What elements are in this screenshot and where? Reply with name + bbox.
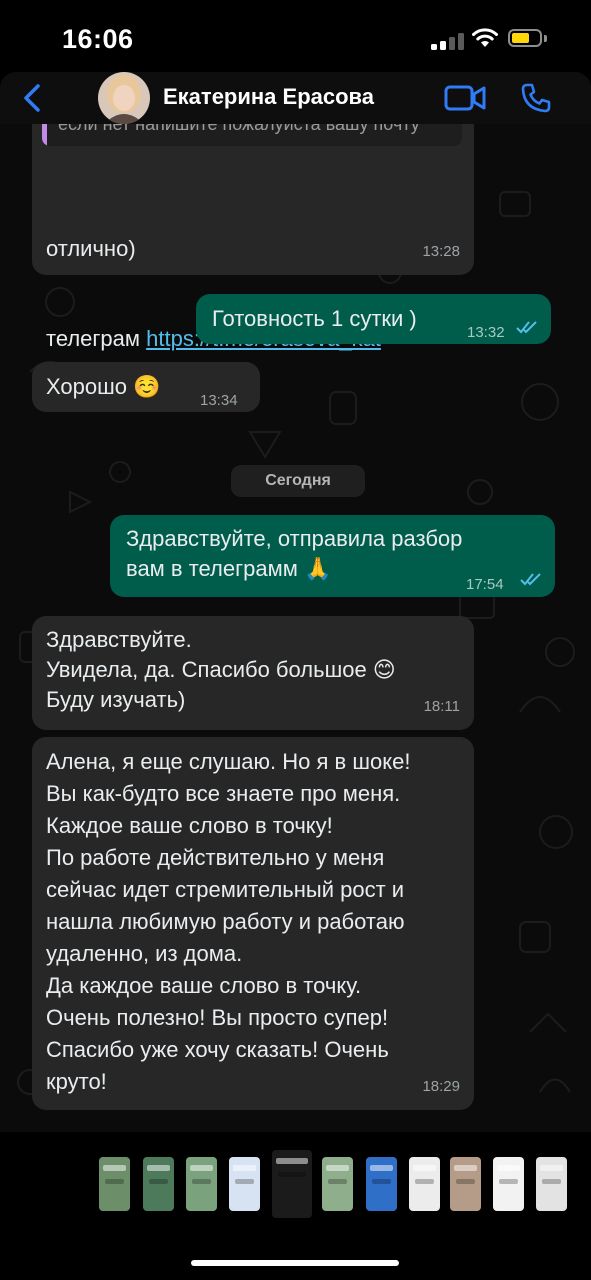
- message-text-prefix: телеграм: [46, 326, 147, 351]
- message-line: отлично): [46, 236, 136, 261]
- screenshot-thumbnail[interactable]: [366, 1157, 397, 1211]
- message-bubble-incoming[interactable]: Хорошо ☺️ 13:34: [32, 362, 260, 412]
- message-text: Здравствуйте, отправила разбор вам в тел…: [126, 526, 463, 581]
- message-bubble-outgoing[interactable]: Готовность 1 сутки ) 13:32: [196, 294, 551, 344]
- screenshot-thumbnail[interactable]: [322, 1157, 353, 1211]
- message-text: Хорошо ☺️: [46, 374, 161, 399]
- battery-tip: [544, 35, 547, 42]
- wifi-icon: [472, 28, 498, 47]
- avatar[interactable]: [98, 72, 150, 124]
- screenshot-thumbnail[interactable]: [409, 1157, 440, 1211]
- message-bubble-outgoing[interactable]: Здравствуйте, отправила разбор вам в тел…: [110, 515, 555, 597]
- screenshot-thumbnail[interactable]: [186, 1157, 217, 1211]
- home-indicator[interactable]: [191, 1260, 399, 1266]
- chat-header: Екатерина Ерасова: [0, 72, 591, 124]
- message-bubble-incoming[interactable]: Здравствуйте. Увидела, да. Спасибо больш…: [32, 616, 474, 730]
- message-bubble-incoming[interactable]: Алена, я еще слушаю. Но я в шоке! Вы как…: [32, 737, 474, 1110]
- status-time: 16:06: [62, 24, 134, 54]
- cellular-signal-icon: [431, 32, 465, 50]
- screenshot-thumbnail[interactable]: [272, 1150, 312, 1218]
- message-time: 18:29: [422, 1078, 460, 1095]
- video-call-icon[interactable]: [444, 84, 486, 112]
- message-time: 18:11: [423, 698, 460, 715]
- screenshot-thumbnail[interactable]: [450, 1157, 481, 1211]
- phone-icon[interactable]: [520, 82, 552, 114]
- message-time: 13:34: [200, 392, 238, 409]
- screenshot-thumbnail[interactable]: [493, 1157, 524, 1211]
- message-time: 13:28: [422, 243, 460, 260]
- double-check-icon: [520, 573, 541, 586]
- screenshot-thumbnail[interactable]: [229, 1157, 260, 1211]
- contact-name[interactable]: Екатерина Ерасова: [163, 84, 374, 110]
- screenshot-thumbnail[interactable]: [99, 1157, 130, 1211]
- battery-icon: [508, 29, 542, 47]
- message-text: Здравствуйте. Увидела, да. Спасибо больш…: [46, 627, 396, 712]
- screenshot-thumbnail[interactable]: [536, 1157, 567, 1211]
- chat-window[interactable]: Екатерина Ерасова если нет напишите пожа…: [0, 72, 591, 1132]
- chevron-left-icon[interactable]: [20, 83, 44, 113]
- screenshot-thumbnail[interactable]: [143, 1157, 174, 1211]
- message-text: Готовность 1 сутки ): [212, 306, 417, 331]
- message-time: 17:54: [466, 576, 504, 593]
- message-text: Алена, я еще слушаю. Но я в шоке! Вы как…: [46, 749, 411, 1094]
- message-bubble-incoming[interactable]: если нет напишите пожалуйста вашу почту …: [32, 104, 474, 351]
- date-separator: Сегодня: [231, 465, 365, 497]
- double-check-icon: [516, 321, 537, 334]
- message-time: 13:32: [467, 324, 505, 341]
- status-bar: 16:06: [0, 0, 591, 78]
